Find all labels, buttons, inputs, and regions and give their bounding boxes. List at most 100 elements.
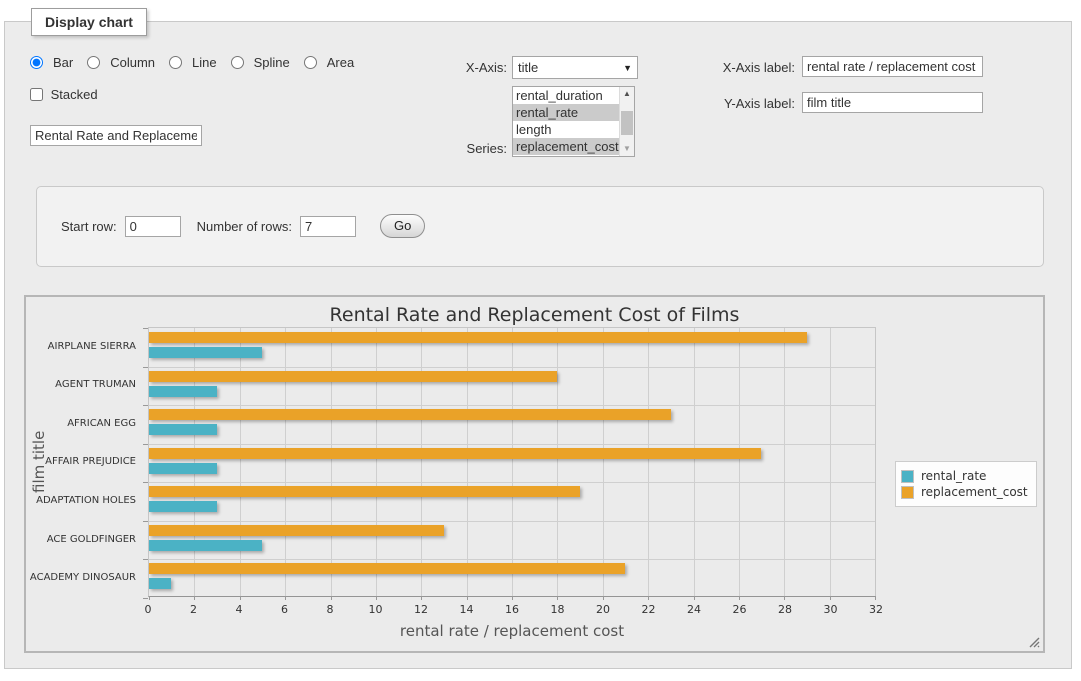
stacked-checkbox[interactable]: [30, 88, 43, 101]
bar-rental_rate: [149, 501, 217, 512]
stacked-row: Stacked: [30, 87, 98, 102]
y-category-label: AIRPLANE SIERRA: [26, 327, 136, 366]
series-scrollbar[interactable]: ▲ ▼: [619, 87, 634, 156]
bar-replacement_cost: [149, 448, 761, 459]
scrollbar-up-icon[interactable]: ▲: [620, 87, 634, 101]
gridline-vertical: [648, 328, 649, 596]
x-axis-tick-mark: [875, 596, 876, 600]
x-tick-label: 2: [180, 603, 208, 616]
chart-x-axis-title: rental rate / replacement cost: [148, 622, 876, 640]
y-category-label: ACADEMY DINOSAUR: [26, 558, 136, 597]
radio-bar[interactable]: [30, 56, 43, 69]
gridline-vertical: [603, 328, 604, 596]
bar-replacement_cost: [149, 486, 580, 497]
chart-title-input[interactable]: [30, 125, 202, 146]
x-tick-label: 8: [316, 603, 344, 616]
y-category-label: AGENT TRUMAN: [26, 366, 136, 405]
x-tick-label: 28: [771, 603, 799, 616]
y-axis-tick-mark: [143, 444, 148, 445]
series-option-rental-duration[interactable]: rental_duration: [513, 87, 634, 104]
radio-spline-label[interactable]: Spline: [254, 55, 290, 70]
x-axis-label-input[interactable]: [802, 56, 983, 77]
legend-label: replacement_cost: [921, 485, 1028, 499]
x-axis-tick-mark: [467, 596, 468, 600]
y-axis-label-input[interactable]: [802, 92, 983, 113]
y-axis-tick-mark: [143, 367, 148, 368]
x-axis-tick-mark: [739, 596, 740, 600]
x-axis-tick-mark: [285, 596, 286, 600]
row-range-controls: Start row: Number of rows: Go: [61, 214, 425, 238]
x-axis-tick-mark: [331, 596, 332, 600]
bar-replacement_cost: [149, 563, 625, 574]
num-rows-label: Number of rows:: [197, 219, 292, 234]
x-tick-label: 4: [225, 603, 253, 616]
radio-column[interactable]: [87, 56, 100, 69]
x-tick-label: 16: [498, 603, 526, 616]
gridline-horizontal: [149, 367, 875, 368]
series-option-rental-rate[interactable]: rental_rate: [513, 104, 634, 121]
bar-replacement_cost: [149, 525, 444, 536]
x-tick-label: 20: [589, 603, 617, 616]
bar-rental_rate: [149, 540, 262, 551]
x-axis-tick-mark: [240, 596, 241, 600]
radio-line[interactable]: [169, 56, 182, 69]
radio-line-label[interactable]: Line: [192, 55, 217, 70]
gridline-vertical: [557, 328, 558, 596]
series-option-length[interactable]: length: [513, 121, 634, 138]
x-axis-tick-mark: [830, 596, 831, 600]
legend-swatch-rental_rate: [901, 470, 914, 483]
x-axis-tick-mark: [421, 596, 422, 600]
resize-handle-icon[interactable]: [1028, 636, 1040, 648]
gridline-vertical: [784, 328, 785, 596]
scrollbar-thumb[interactable]: [621, 111, 633, 135]
gridline-vertical: [376, 328, 377, 596]
radio-spline[interactable]: [231, 56, 244, 69]
bar-rental_rate: [149, 578, 171, 589]
x-axis-tick-mark: [149, 596, 150, 600]
gridline-vertical: [421, 328, 422, 596]
y-axis-tick-mark: [143, 482, 148, 483]
gridline-vertical: [467, 328, 468, 596]
num-rows-input[interactable]: [300, 216, 356, 237]
x-tick-labels: 02468101214161820222426283032: [148, 603, 876, 617]
y-category-label: AFRICAN EGG: [26, 404, 136, 443]
x-axis-tick-mark: [603, 596, 604, 600]
series-option-replacement-cost[interactable]: replacement_cost: [513, 138, 634, 155]
plot-area: [148, 327, 876, 597]
app-window: Display chart Bar Column Line Spline Are…: [0, 0, 1081, 681]
bar-rental_rate: [149, 463, 217, 474]
gridline-horizontal: [149, 521, 875, 522]
bar-replacement_cost: [149, 332, 807, 343]
bar-rental_rate: [149, 386, 217, 397]
x-axis-select[interactable]: title ▼: [512, 56, 638, 79]
y-category-labels: AIRPLANE SIERRAAGENT TRUMANAFRICAN EGGAF…: [26, 327, 142, 597]
x-tick-label: 10: [362, 603, 390, 616]
radio-column-label[interactable]: Column: [110, 55, 155, 70]
radio-area[interactable]: [304, 56, 317, 69]
legend-swatch-replacement_cost: [901, 486, 914, 499]
y-axis-tick-mark: [143, 328, 148, 329]
radio-area-label[interactable]: Area: [327, 55, 354, 70]
go-button[interactable]: Go: [380, 214, 425, 238]
gridline-vertical: [512, 328, 513, 596]
x-axis-tick-mark: [557, 596, 558, 600]
stacked-label[interactable]: Stacked: [51, 87, 98, 102]
x-tick-label: 30: [817, 603, 845, 616]
legend-item: replacement_cost: [901, 485, 1028, 499]
bar-replacement_cost: [149, 371, 557, 382]
y-axis-tick-mark: [143, 521, 148, 522]
x-axis-tick-mark: [512, 596, 513, 600]
bar-rental_rate: [149, 347, 262, 358]
chart-legend: rental_ratereplacement_cost: [895, 461, 1037, 507]
gridline-horizontal: [149, 444, 875, 445]
radio-bar-label[interactable]: Bar: [53, 55, 73, 70]
x-axis-select-label: X-Axis:: [435, 60, 507, 75]
start-row-input[interactable]: [125, 216, 181, 237]
chart-type-radio-group: Bar Column Line Spline Area: [30, 55, 362, 70]
x-axis-selected-value: title: [518, 60, 538, 75]
gridline-vertical: [739, 328, 740, 596]
series-multiselect[interactable]: rental_duration rental_rate length repla…: [512, 86, 635, 157]
y-category-label: ACE GOLDFINGER: [26, 520, 136, 559]
x-tick-label: 0: [134, 603, 162, 616]
scrollbar-down-icon[interactable]: ▼: [620, 142, 634, 156]
